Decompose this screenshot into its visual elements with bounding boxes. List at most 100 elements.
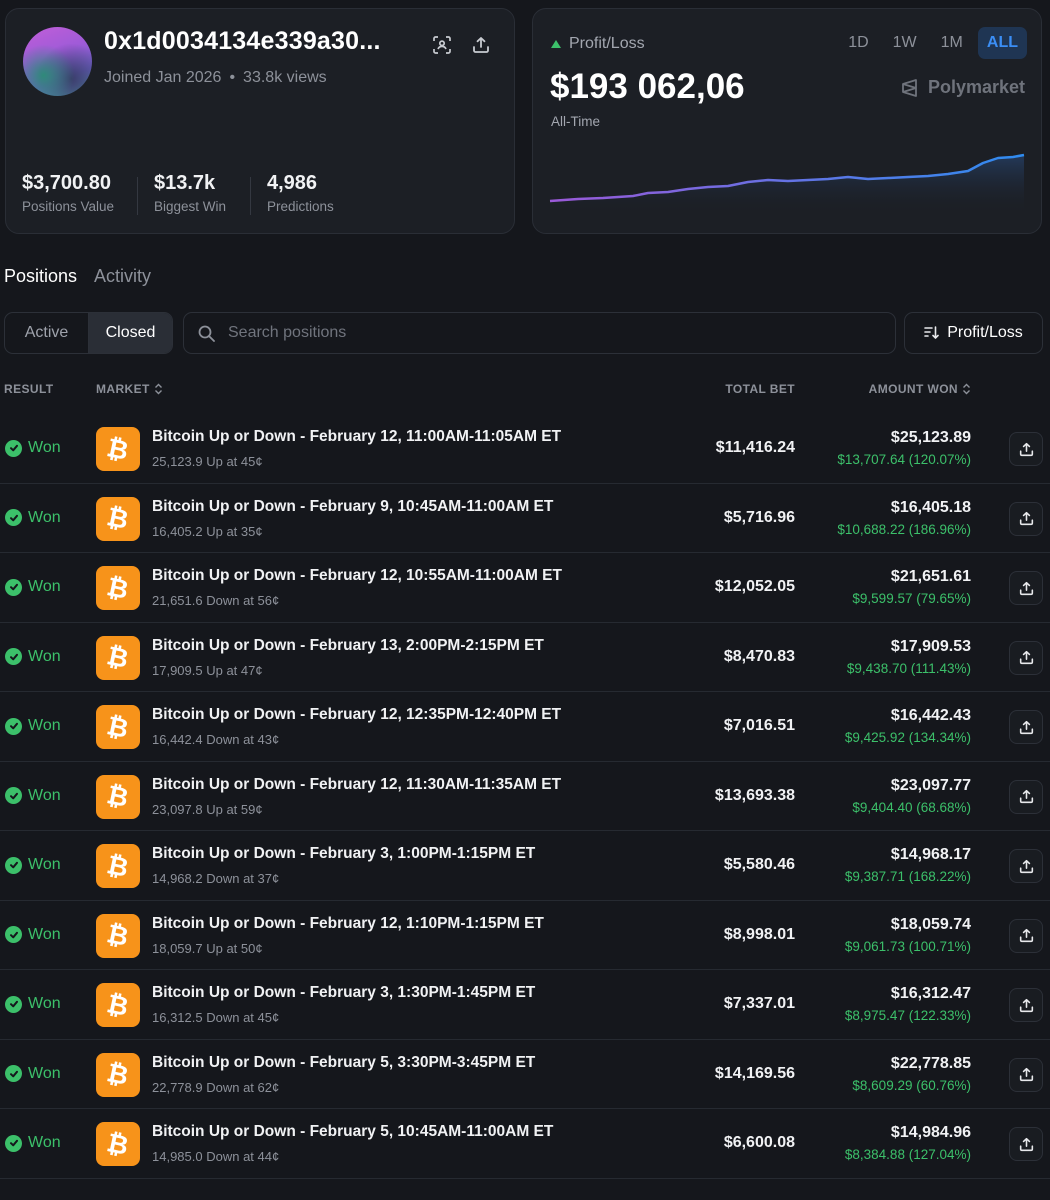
stat-label: Biggest Win — [154, 199, 227, 214]
check-circle-icon — [5, 856, 22, 874]
divider — [137, 177, 138, 215]
result-column-header: RESULT — [4, 382, 54, 396]
bitcoin-icon: ₿ — [96, 496, 140, 541]
check-circle-icon — [5, 439, 22, 457]
market-position-detail: 16,442.4 Down at 43¢ — [152, 732, 280, 747]
table-row[interactable]: Won ₿ Bitcoin Up or Down - February 3, 1:0… — [0, 831, 1050, 901]
table-row[interactable]: Won ₿ Bitcoin Up or Down - February 12, 11… — [0, 414, 1050, 484]
search-box — [183, 312, 896, 354]
share-icon — [1019, 928, 1033, 943]
market-title[interactable]: Bitcoin Up or Down - February 3, 1:00PM-… — [152, 845, 535, 863]
closed-filter-button[interactable]: Closed — [88, 313, 172, 353]
range-1m-button[interactable]: 1M — [932, 27, 972, 59]
share-position-button[interactable] — [1009, 501, 1043, 536]
result-badge: Won — [5, 1134, 61, 1152]
result-label: Won — [28, 786, 61, 804]
active-filter-button[interactable]: Active — [5, 313, 88, 353]
market-title[interactable]: Bitcoin Up or Down - February 13, 2:00PM… — [152, 637, 544, 655]
share-position-button[interactable] — [1009, 918, 1043, 953]
table-row[interactable]: Won ₿ Bitcoin Up or Down - February 9, 10:… — [0, 484, 1050, 553]
profile-meta: Joined Jan 2026 • 33.8k views — [104, 69, 327, 87]
market-title[interactable]: Bitcoin Up or Down - February 5, 3:30PM-… — [152, 1054, 535, 1072]
range-1d-button[interactable]: 1D — [839, 27, 877, 59]
share-icon[interactable] — [471, 35, 491, 55]
table-row[interactable]: Won ₿ Bitcoin Up or Down - February 5, 3:3… — [0, 1040, 1050, 1109]
amount-won-header-label: AMOUNT WON — [868, 382, 958, 396]
result-badge: Won — [5, 926, 61, 944]
market-title[interactable]: Bitcoin Up or Down - February 9, 10:45AM… — [152, 498, 553, 516]
market-title[interactable]: Bitcoin Up or Down - February 3, 1:30PM-… — [152, 984, 535, 1002]
positions-table: Won ₿ Bitcoin Up or Down - February 12, 11… — [0, 414, 1050, 1179]
bitcoin-icon: ₿ — [96, 635, 140, 680]
table-row[interactable]: Won ₿ Bitcoin Up or Down - February 3, 1:3… — [0, 970, 1050, 1040]
result-badge: Won — [5, 439, 61, 457]
market-position-detail: 14,968.2 Down at 37¢ — [152, 871, 280, 886]
table-row[interactable]: Won ₿ Bitcoin Up or Down - February 5, 10:… — [0, 1109, 1050, 1179]
share-position-button[interactable] — [1009, 571, 1043, 605]
share-icon — [1019, 998, 1033, 1012]
bitcoin-icon: ₿ — [96, 774, 140, 819]
tab-positions[interactable]: Positions — [4, 266, 77, 287]
stat-label: Predictions — [267, 199, 334, 214]
avatar[interactable] — [23, 27, 92, 96]
result-badge: Won — [5, 578, 61, 596]
table-row[interactable]: Won ₿ Bitcoin Up or Down - February 13, 2:… — [0, 623, 1050, 692]
result-label: Won — [28, 856, 61, 873]
share-icon — [1019, 650, 1033, 665]
amount-won-value: $16,312.47 — [890, 985, 971, 1002]
table-row[interactable]: Won ₿ Bitcoin Up or Down - February 12, 10… — [0, 553, 1050, 623]
result-label: Won — [28, 717, 61, 734]
sort-button[interactable]: Profit/Loss — [904, 312, 1043, 354]
profit-value: $9,404.40 (68.68%) — [852, 799, 971, 815]
result-badge: Won — [5, 995, 61, 1013]
market-column-header[interactable]: MARKET — [96, 382, 163, 396]
amount-won-column-header[interactable]: AMOUNT WON — [869, 382, 971, 396]
profit-value: $10,688.22 (186.96%) — [837, 521, 971, 537]
divider — [250, 177, 251, 215]
amount-won-value: $23,097.77 — [890, 776, 971, 794]
market-position-detail: 16,312.5 Down at 45¢ — [152, 1010, 280, 1025]
share-position-button[interactable] — [1009, 1057, 1043, 1092]
qr-scan-icon[interactable] — [432, 35, 452, 55]
joined-date: Joined Jan 2026 — [104, 69, 222, 86]
share-position-button[interactable] — [1009, 849, 1043, 883]
market-position-detail: 23,097.8 Up at 59¢ — [152, 801, 263, 817]
range-all-button[interactable]: ALL — [977, 27, 1027, 59]
range-1w-button[interactable]: 1W — [884, 27, 926, 59]
profit-value: $8,975.47 (122.33%) — [844, 1008, 971, 1023]
profit-value: $9,387.71 (168.22%) — [844, 869, 971, 884]
table-row[interactable]: Won ₿ Bitcoin Up or Down - February 12, 12… — [0, 692, 1050, 762]
share-position-button[interactable] — [1009, 988, 1043, 1022]
market-title[interactable]: Bitcoin Up or Down - February 5, 10:45AM… — [152, 1123, 553, 1141]
total-bet-column-header: TOTAL BET — [725, 382, 795, 396]
search-input[interactable] — [226, 323, 870, 343]
table-row[interactable]: Won ₿ Bitcoin Up or Down - February 12, 11… — [0, 762, 1050, 831]
market-title[interactable]: Bitcoin Up or Down - February 12, 1:10PM… — [152, 915, 544, 933]
share-position-button[interactable] — [1009, 432, 1043, 466]
market-position-detail: 16,405.2 Up at 35¢ — [152, 523, 263, 539]
check-circle-icon — [5, 995, 22, 1013]
range-selector: 1D 1W 1M ALL — [839, 27, 1027, 59]
share-position-button[interactable] — [1009, 640, 1043, 675]
tab-activity[interactable]: Activity — [94, 266, 151, 287]
share-position-button[interactable] — [1009, 779, 1043, 814]
amount-won-value: $14,968.17 — [890, 846, 971, 863]
profit-value: $9,061.73 (100.71%) — [844, 938, 971, 954]
profile-card: 0x1d0034134e339a30... Joined Jan 2026 • 33… — [5, 8, 515, 234]
market-title[interactable]: Bitcoin Up or Down - February 12, 11:30A… — [152, 776, 561, 794]
market-title[interactable]: Bitcoin Up or Down - February 12, 11:00A… — [152, 428, 561, 446]
amount-won-value: $16,405.18 — [890, 498, 971, 516]
status-segmented-control: Active Closed — [4, 312, 173, 354]
market-title[interactable]: Bitcoin Up or Down - February 12, 12:35P… — [152, 706, 561, 724]
share-position-button[interactable] — [1009, 1127, 1043, 1161]
bitcoin-icon: ₿ — [96, 983, 140, 1027]
check-circle-icon — [5, 787, 22, 804]
total-bet-value: $13,693.38 — [714, 786, 795, 804]
bitcoin-icon: ₿ — [96, 566, 140, 610]
market-title[interactable]: Bitcoin Up or Down - February 12, 10:55A… — [152, 567, 562, 585]
sort-icon — [924, 326, 940, 340]
check-circle-icon — [5, 509, 22, 526]
total-bet-value: $14,169.56 — [714, 1064, 795, 1082]
share-position-button[interactable] — [1009, 710, 1043, 744]
table-row[interactable]: Won ₿ Bitcoin Up or Down - February 12, 1:… — [0, 901, 1050, 970]
